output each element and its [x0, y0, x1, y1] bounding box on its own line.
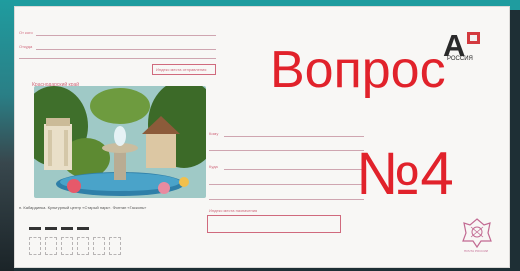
digit-marker — [45, 227, 57, 230]
sender-where-line — [36, 49, 216, 50]
envelope-fountain-picture — [34, 86, 206, 198]
recipient-line-5 — [209, 199, 364, 200]
stamp-country: РОССИЯ — [447, 56, 473, 62]
sender-from-line — [36, 35, 216, 36]
question-number: №4 — [356, 140, 454, 207]
digit-box — [77, 237, 89, 255]
recipient-to-line — [224, 136, 364, 137]
picture-caption: п. Кабардинка. Культурный центр «Старый … — [19, 205, 147, 210]
sender-where-label: Откуда — [19, 44, 33, 49]
page-title: Вопрос — [270, 41, 446, 99]
sender-line-3 — [19, 58, 216, 59]
sender-index-box: Индекс места отправления — [152, 64, 216, 75]
recipient-line-4 — [209, 184, 364, 185]
digit-marker — [61, 227, 73, 230]
digit-marker — [77, 227, 89, 230]
russian-post-emblem-icon — [462, 218, 492, 249]
recipient-index-label: Индекс места назначения — [209, 208, 258, 213]
postal-index-digit-boxes — [29, 227, 199, 257]
digit-box — [45, 237, 57, 255]
digit-box — [61, 237, 73, 255]
recipient-where-label: Куда — [209, 164, 218, 169]
recipient-index-box — [207, 215, 341, 233]
sender-index-label: Индекс места отправления — [156, 67, 207, 72]
recipient-to-label: Кому — [209, 131, 219, 136]
recipient-where-line — [224, 169, 364, 170]
postage-stamp: А РОССИЯ — [443, 30, 489, 70]
background-left-stripe — [0, 0, 14, 271]
sender-from-label: От кого — [19, 30, 33, 35]
recipient-line-2 — [209, 150, 364, 151]
digit-marker — [29, 227, 41, 230]
emblem-caption: ПОЧТА РОССИИ — [464, 249, 488, 253]
stamp-flag-icon — [467, 32, 480, 44]
digit-box — [29, 237, 41, 255]
digit-box — [109, 237, 121, 255]
digit-box — [93, 237, 105, 255]
